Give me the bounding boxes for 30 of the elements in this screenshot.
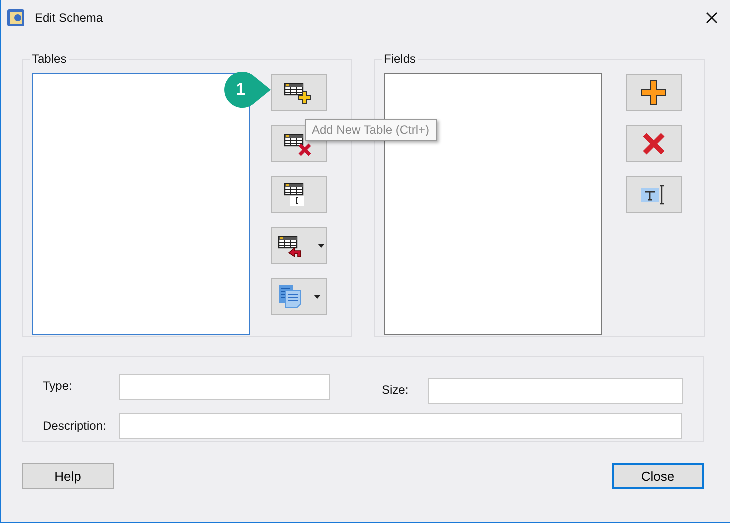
window-title: Edit Schema — [35, 11, 104, 25]
help-button[interactable]: Help — [22, 463, 114, 489]
field-label: Size: — [382, 383, 410, 397]
documents-icon — [278, 284, 304, 310]
close-icon[interactable] — [706, 12, 718, 24]
app-icon — [7, 9, 25, 27]
delete-button[interactable] — [626, 125, 682, 162]
close-button[interactable]: Close — [612, 463, 704, 489]
tables-list[interactable] — [32, 73, 250, 335]
group-label: Tables — [31, 52, 68, 66]
plus-icon — [640, 78, 668, 106]
type-field[interactable] — [119, 374, 330, 400]
add-button[interactable] — [626, 74, 682, 111]
rename-button[interactable] — [626, 176, 682, 213]
import-table-button[interactable] — [271, 227, 327, 264]
copy-button[interactable] — [271, 278, 327, 315]
caret-icon — [318, 244, 325, 248]
close-icon — [641, 130, 667, 156]
caret-icon — [314, 294, 321, 298]
add-table-button[interactable] — [271, 74, 327, 111]
rename-table-button[interactable] — [271, 176, 327, 213]
group-label: Fields — [383, 52, 418, 66]
size-field[interactable] — [428, 378, 683, 404]
description-field[interactable] — [119, 413, 682, 439]
table-plus-icon — [284, 80, 314, 104]
field-label: Type: — [43, 379, 74, 393]
step-badge: 1 — [224, 71, 272, 109]
text-cursor-icon — [641, 184, 667, 206]
field-label: Description: — [43, 419, 108, 433]
tooltip: Add New Table (Ctrl+) — [305, 119, 436, 141]
